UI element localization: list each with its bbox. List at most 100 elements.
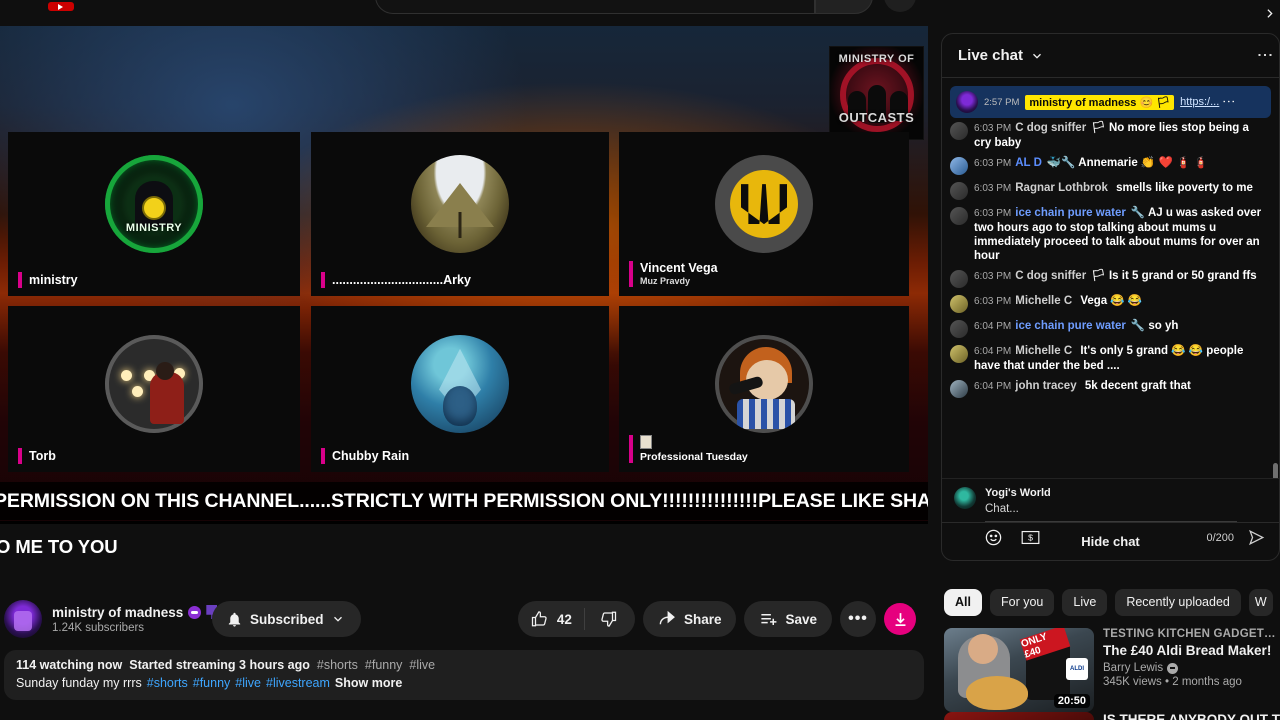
chat-message: 6:03 PM Michelle C Vega 😂 😂 [946, 291, 1277, 316]
participant-tile[interactable]: MINISTRY ministry [8, 132, 300, 296]
video-channel-row[interactable]: Barry Lewis [1103, 662, 1280, 674]
caption-text-2: O ME TO YOU [0, 536, 118, 557]
doll-shirt [736, 399, 795, 430]
video-player[interactable]: MINISTRY OF OUTCASTS MINISTRY ministry .… [0, 26, 928, 596]
search-input[interactable] [375, 0, 815, 14]
message-text: so yh [1148, 320, 1179, 332]
accent-bar [18, 448, 22, 464]
video-thumbnail[interactable]: ONLY £40 ALDI 20:50 [944, 628, 1094, 712]
message-author[interactable]: AL D [1015, 157, 1042, 169]
message-author[interactable]: Ragnar Lothbrok [1015, 182, 1108, 194]
current-user-name: Yogi's World [985, 487, 1051, 499]
dislike-button[interactable] [585, 610, 631, 628]
current-user-avatar[interactable] [954, 487, 976, 509]
raindrop-face-avatar [411, 335, 509, 434]
message-timestamp: 6:03 PM [974, 158, 1012, 169]
author-badge: 🔧 [1130, 320, 1146, 332]
download-button[interactable] [884, 603, 916, 635]
chevron-right-icon[interactable] [1258, 2, 1280, 24]
top-tag[interactable]: #funny [365, 658, 403, 672]
accent-bar [321, 272, 325, 288]
brand-logo-overlay: ALDI [1066, 658, 1088, 680]
message-author[interactable]: ice chain pure water [1015, 207, 1126, 219]
avatar-face [443, 385, 477, 426]
download-icon [892, 611, 909, 628]
avatar [950, 270, 968, 288]
pinned-message[interactable]: 2:57 PM ministry of madness 😊 🏳 https:/.… [950, 86, 1271, 118]
filter-chip-bar[interactable]: All For you Live Recently uploaded W [944, 588, 1280, 616]
channel-name: ministry of madness [52, 604, 184, 620]
save-label: Save [785, 611, 817, 627]
message-author[interactable]: C dog sniffer [1015, 122, 1086, 134]
description-box[interactable]: 114 watching now Started streaming 3 hou… [4, 650, 924, 700]
chip-partial[interactable]: W [1248, 588, 1273, 616]
chat-scrollbar[interactable] [1273, 463, 1278, 478]
message-author[interactable]: Michelle C [1015, 345, 1072, 357]
channel-avatar[interactable] [4, 600, 42, 638]
participant-tile[interactable]: Vincent Vega Muz Pravdy [619, 132, 909, 296]
voice-search-icon[interactable] [884, 0, 916, 12]
channel-info[interactable]: ministry of madness 1.24K subscribers [4, 600, 218, 638]
message-author[interactable]: Michelle C [1015, 295, 1072, 307]
hide-chat-button[interactable]: Hide chat [942, 522, 1279, 560]
more-actions-button[interactable]: ••• [840, 601, 876, 637]
like-button[interactable]: 42 [531, 610, 584, 628]
chevron-down-icon[interactable] [1030, 49, 1044, 63]
participant-nameplate: Chubby Rain [317, 446, 418, 466]
hashtag-link[interactable]: #shorts [147, 676, 188, 690]
hashtag-link[interactable]: #live [235, 676, 261, 690]
participant-tile[interactable]: Chubby Rain [311, 306, 609, 472]
youtube-logo-icon[interactable] [48, 2, 74, 11]
participant-tile[interactable]: Professional Tuesday [619, 306, 909, 472]
like-dislike-group[interactable]: 42 [517, 601, 635, 637]
share-button[interactable]: Share [642, 601, 737, 637]
related-video-item[interactable]: IS THERE ANYBODY OUT THERE [944, 712, 1280, 720]
video-duration: 20:50 [1053, 694, 1090, 708]
chat-message-input[interactable]: Chat... [985, 503, 1237, 522]
pinned-author-name: ministry of madness 😊 🏳 [1025, 94, 1175, 110]
thumbnail-bread [966, 676, 1028, 710]
participant-tile[interactable]: Torb [8, 306, 300, 472]
pinned-link[interactable]: https:/... [1180, 96, 1219, 108]
participant-name: ................................Arky [332, 273, 471, 287]
chip-recently-uploaded[interactable]: Recently uploaded [1115, 588, 1241, 616]
message-timestamp: 6:04 PM [974, 321, 1012, 332]
show-more-button[interactable]: Show more [335, 676, 402, 690]
chat-message-list[interactable]: 2:57 PM ministry of madness 😊 🏳 https:/.… [942, 78, 1279, 478]
video-title[interactable]: The £40 Aldi Bread Maker! [1103, 643, 1280, 658]
message-author[interactable]: ice chain pure water [1015, 320, 1126, 332]
verified-badge-icon [1167, 662, 1179, 674]
live-chat-title-row[interactable]: Live chat [958, 47, 1044, 64]
related-video-item[interactable]: ONLY £40 ALDI 20:50 TESTING KITCHEN GADG… [944, 628, 1280, 720]
kebab-menu-icon[interactable]: ⋮ [1221, 95, 1236, 109]
video-thumbnail[interactable] [944, 712, 1094, 720]
small-card-badge-icon [640, 435, 652, 449]
caption-line-1: PERMISSION ON THIS CHANNEL......STRICTLY… [0, 482, 928, 520]
chip-all[interactable]: All [944, 588, 982, 616]
share-icon [658, 610, 677, 629]
channel-name-row[interactable]: ministry of madness [52, 604, 218, 620]
subscribed-label: Subscribed [250, 611, 324, 627]
chip-live[interactable]: Live [1062, 588, 1108, 616]
subscribed-button[interactable]: Subscribed [212, 601, 361, 637]
participant-name: Professional Tuesday [640, 451, 748, 463]
participant-tile[interactable]: ................................Arky [311, 132, 609, 296]
chat-message: 6:03 PM AL D 🐳🔧 Annemarie 👏 ❤️ 🧯 🧯 [946, 153, 1277, 178]
top-tag[interactable]: #live [409, 658, 435, 672]
save-button[interactable]: Save [744, 601, 832, 637]
top-tag[interactable]: #shorts [317, 658, 358, 672]
message-text: 5k decent graft that [1084, 380, 1191, 392]
person-photo-avatar [105, 335, 203, 434]
hashtag-link[interactable]: #funny [193, 676, 231, 690]
chat-options-kebab-icon[interactable]: ⋮ [1256, 47, 1273, 64]
video-title[interactable]: IS THERE ANYBODY OUT THERE [1103, 712, 1280, 720]
related-video-info: TESTING KITCHEN GADGETS S2... The £40 Al… [1103, 628, 1280, 720]
chat-message: 6:04 PM Michelle C It's only 5 grand 😂 😂 … [946, 341, 1277, 376]
chip-for-you[interactable]: For you [989, 588, 1055, 616]
message-timestamp: 6:03 PM [974, 123, 1012, 134]
message-timestamp: 6:04 PM [974, 381, 1012, 392]
message-author[interactable]: C dog sniffer [1015, 270, 1086, 282]
search-button[interactable] [815, 0, 873, 14]
hashtag-link[interactable]: #livestream [266, 676, 330, 690]
message-author[interactable]: john tracey [1015, 380, 1076, 392]
